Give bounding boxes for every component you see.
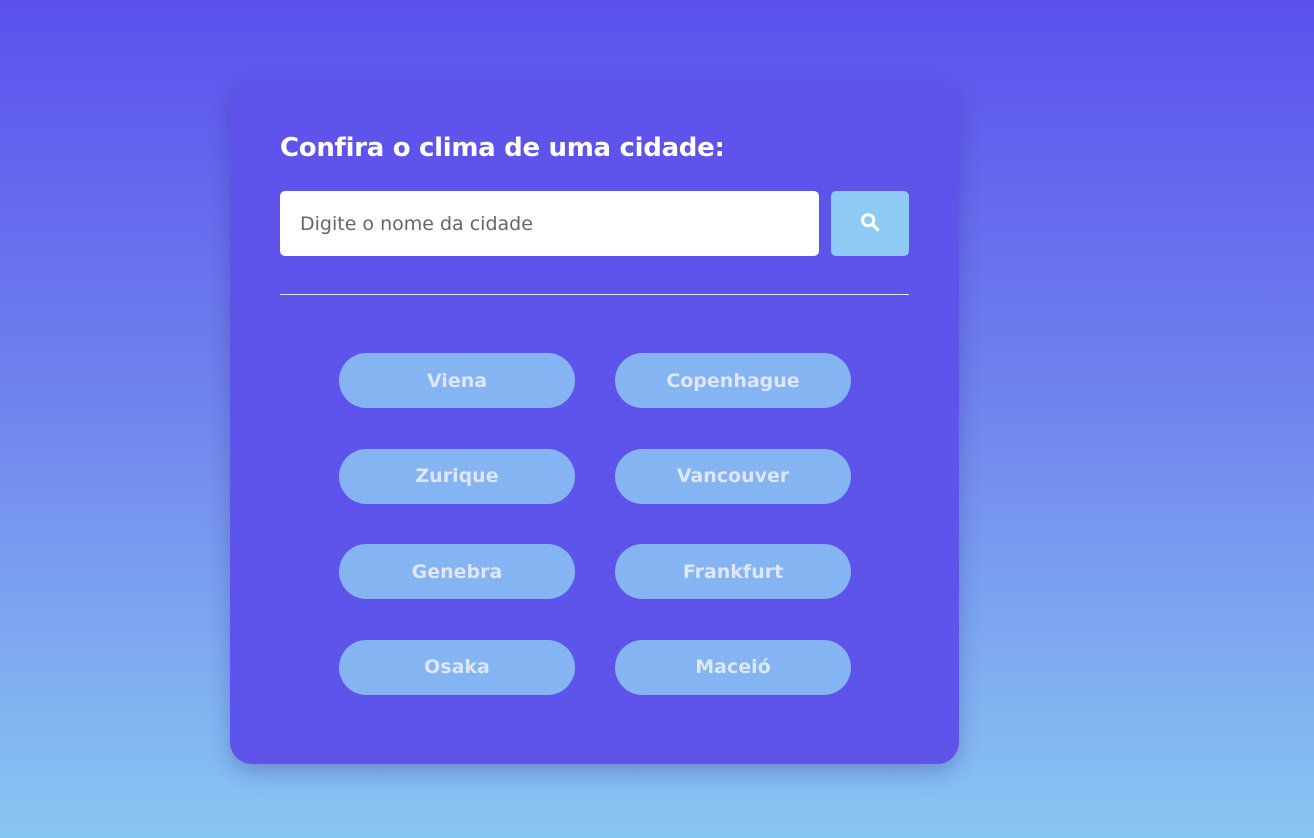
city-button-viena[interactable]: Viena bbox=[339, 353, 575, 408]
city-button-maceio[interactable]: Maceió bbox=[615, 639, 851, 695]
search-button[interactable] bbox=[831, 191, 909, 256]
city-button-copenhague[interactable]: Copenhague bbox=[615, 353, 851, 408]
weather-search-card: Confira o clima de uma cidade: Viena Cop… bbox=[230, 80, 959, 764]
city-button-osaka[interactable]: Osaka bbox=[339, 639, 575, 695]
search-icon bbox=[860, 212, 880, 235]
card-title: Confira o clima de uma cidade: bbox=[280, 133, 725, 163]
city-button-zurique[interactable]: Zurique bbox=[339, 448, 575, 504]
divider bbox=[280, 294, 909, 295]
city-suggestions: Viena Copenhague Zurique Vancouver Geneb… bbox=[339, 353, 851, 695]
city-button-vancouver[interactable]: Vancouver bbox=[615, 448, 851, 504]
city-search-input[interactable] bbox=[280, 191, 819, 256]
city-button-genebra[interactable]: Genebra bbox=[339, 544, 575, 599]
city-button-frankfurt[interactable]: Frankfurt bbox=[615, 544, 851, 599]
